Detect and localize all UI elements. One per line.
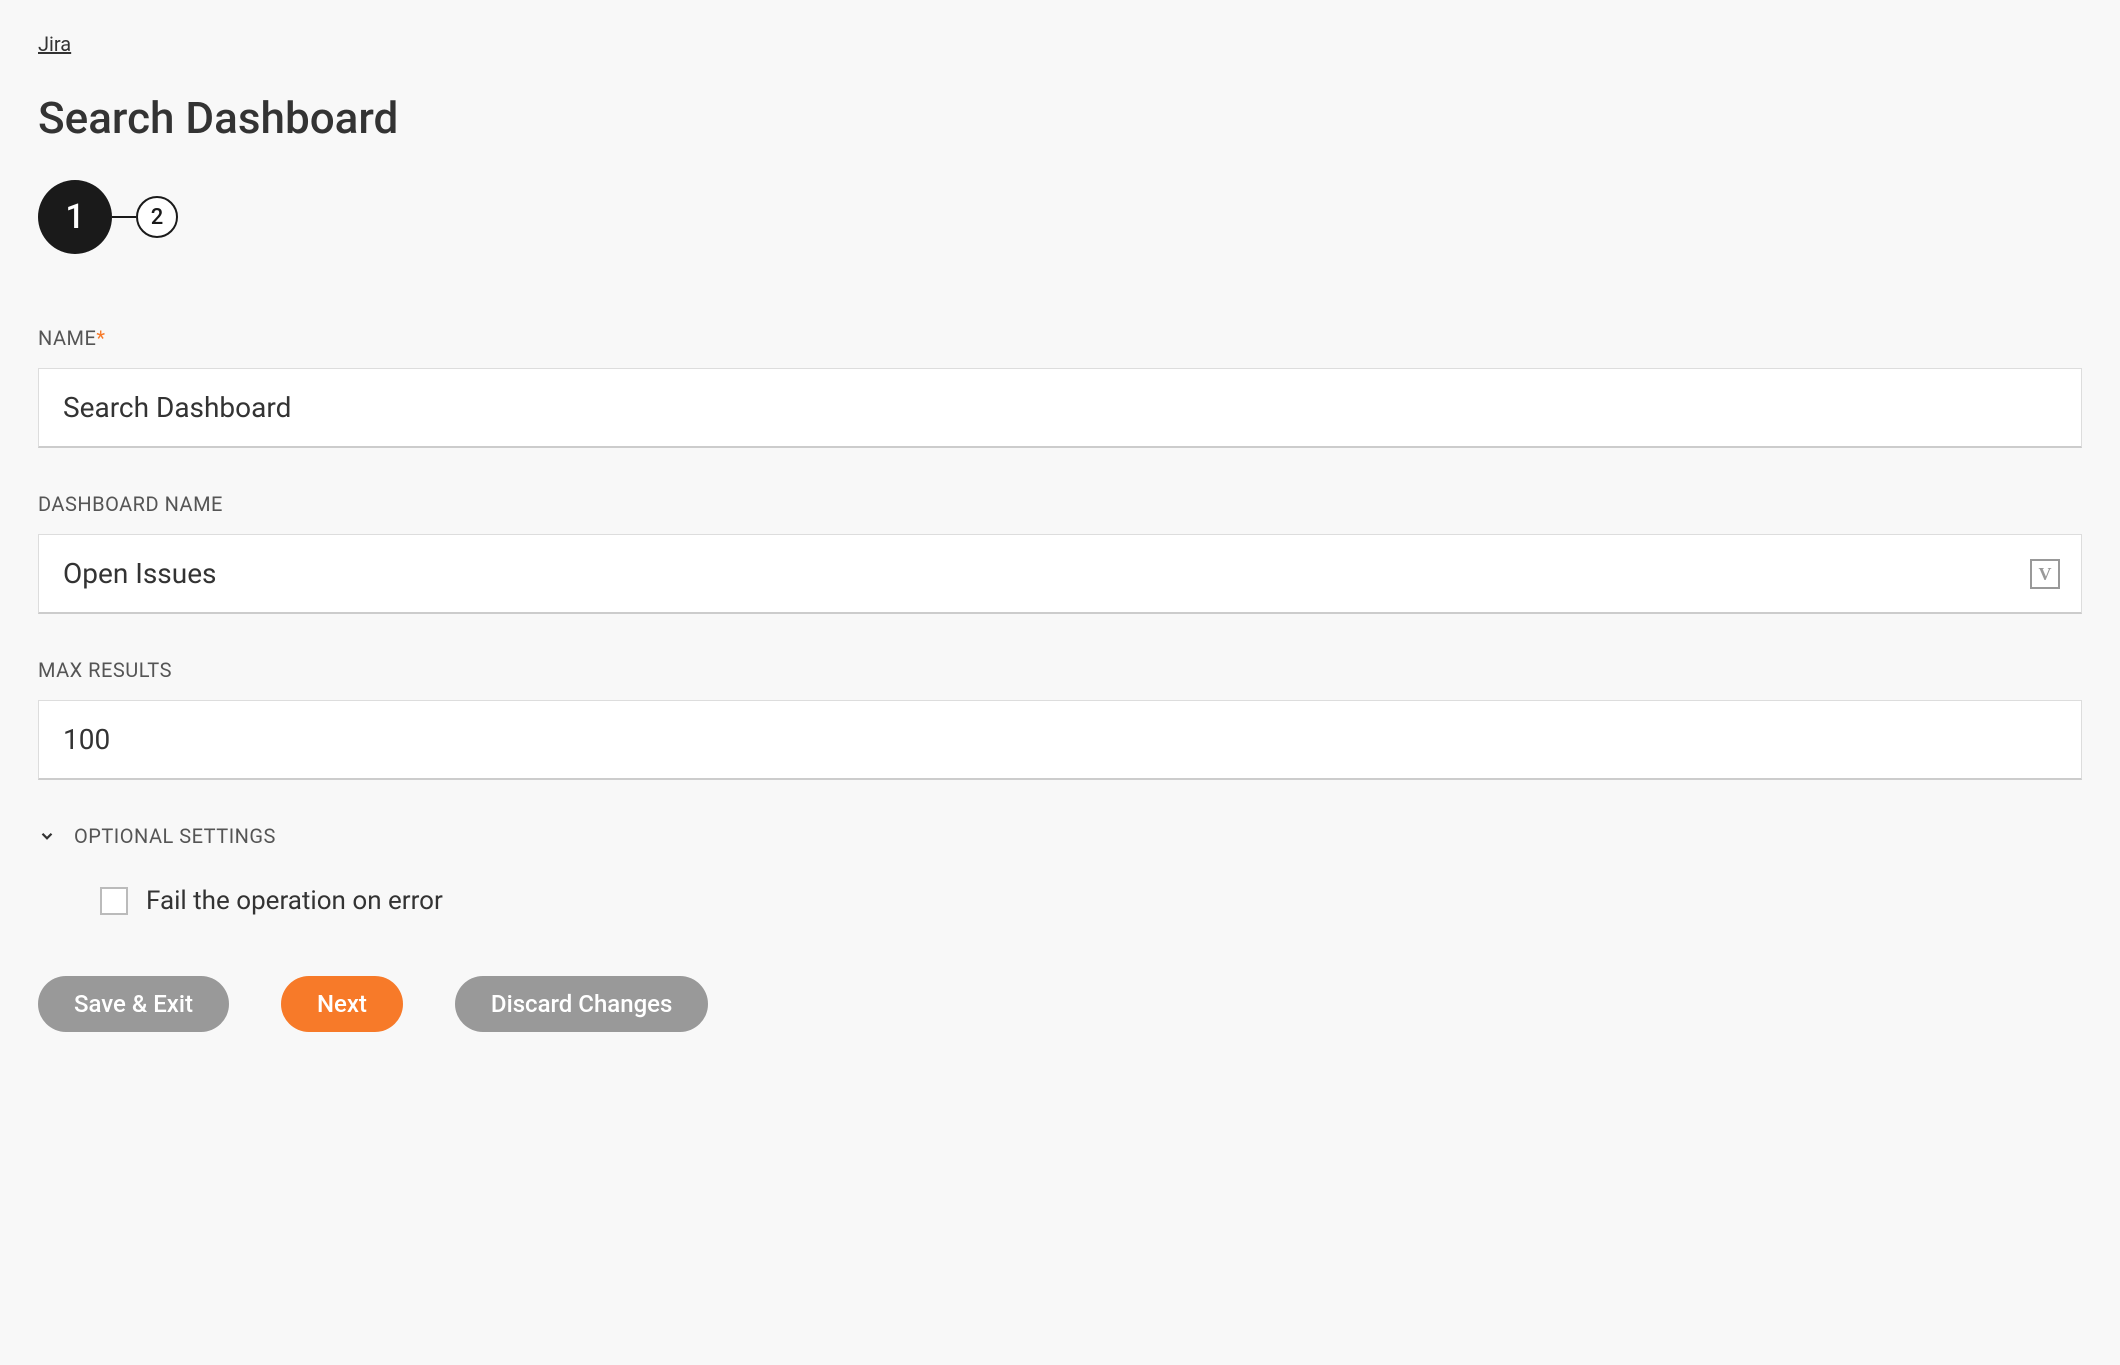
optional-settings-toggle[interactable]: Optional Settings [38, 824, 2082, 848]
step-2[interactable]: 2 [136, 196, 178, 238]
max-results-label: Max Results [38, 658, 2082, 682]
chevron-down-icon [38, 827, 56, 845]
variable-icon[interactable]: V [2030, 559, 2060, 589]
page-title: Search Dashboard [38, 92, 2082, 144]
optional-settings-title: Optional Settings [74, 824, 276, 848]
form-group-dashboard-name: Dashboard Name V [38, 492, 2082, 614]
save-exit-button[interactable]: Save & Exit [38, 976, 229, 1032]
dashboard-name-input[interactable] [38, 534, 2082, 614]
required-asterisk: * [96, 326, 105, 350]
form-group-max-results: Max Results [38, 658, 2082, 780]
stepper: 1 2 [38, 180, 2082, 254]
step-connector [112, 216, 136, 218]
breadcrumb-jira[interactable]: Jira [38, 32, 71, 56]
name-label: Name* [38, 326, 2082, 350]
form-group-name: Name* [38, 326, 2082, 448]
max-results-input[interactable] [38, 700, 2082, 780]
button-row: Save & Exit Next Discard Changes [38, 976, 2082, 1032]
fail-on-error-checkbox[interactable] [100, 887, 128, 915]
step-1[interactable]: 1 [38, 180, 112, 254]
name-input[interactable] [38, 368, 2082, 448]
discard-changes-button[interactable]: Discard Changes [455, 976, 708, 1032]
fail-on-error-label: Fail the operation on error [146, 886, 443, 916]
fail-on-error-row: Fail the operation on error [38, 886, 2082, 916]
optional-settings-section: Optional Settings Fail the operation on … [38, 824, 2082, 916]
dashboard-name-label: Dashboard Name [38, 492, 2082, 516]
next-button[interactable]: Next [281, 976, 403, 1032]
